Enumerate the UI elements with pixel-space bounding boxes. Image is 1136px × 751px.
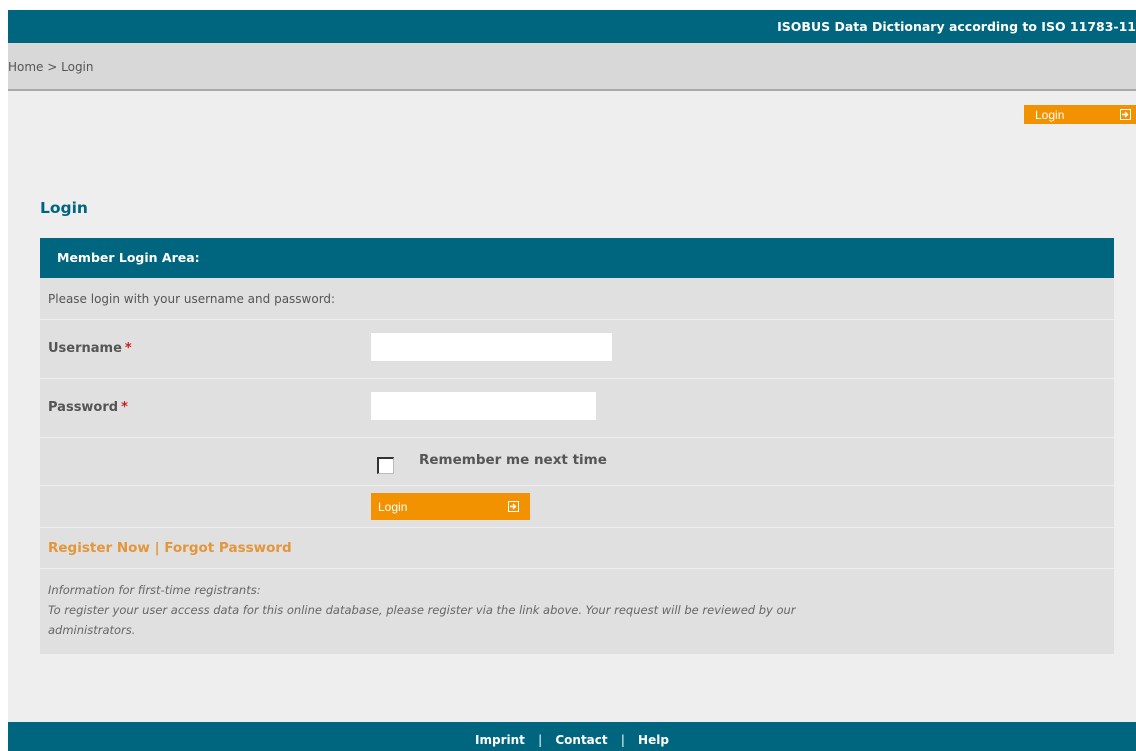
info-text-continued: administrators. (48, 623, 136, 637)
info-text: To register your user access data for th… (48, 603, 796, 617)
header-login-label: Login (1035, 108, 1065, 122)
site-title: ISOBUS Data Dictionary according to ISO … (777, 19, 1136, 34)
footer-links: Imprint | Contact | Help (8, 733, 1136, 747)
page-title: Login (40, 199, 88, 217)
required-marker: * (121, 400, 128, 415)
arrow-right-box-icon (1120, 109, 1131, 120)
login-submit-label: Login (378, 500, 408, 514)
arrow-right-box-icon (508, 501, 519, 512)
links-row: Register Now | Forgot Password (40, 528, 1114, 569)
remember-row: Remember me next time (40, 438, 1114, 486)
breadcrumb: Home > Login (8, 60, 94, 74)
footer-imprint-link[interactable]: Imprint (475, 733, 525, 747)
footer-separator: | (620, 733, 625, 747)
password-label: Password * (48, 400, 128, 415)
info-row: Information for first-time registrants: … (40, 569, 1114, 655)
account-links: Register Now | Forgot Password (48, 540, 292, 556)
link-separator: | (154, 540, 160, 556)
intro-text: Please login with your username and pass… (48, 292, 336, 306)
top-header-bar: ISOBUS Data Dictionary according to ISO … (8, 10, 1136, 43)
breadcrumb-bar: Home > Login (8, 43, 1136, 91)
login-submit-button[interactable]: Login (371, 493, 530, 520)
header-login-button[interactable]: Login (1024, 105, 1136, 124)
panel-header-title: Member Login Area: (57, 250, 200, 265)
intro-row: Please login with your username and pass… (40, 278, 1114, 320)
password-input[interactable] (371, 392, 596, 420)
footer-separator: | (538, 733, 543, 747)
register-now-link[interactable]: Register Now (48, 540, 150, 556)
footer-help-link[interactable]: Help (638, 733, 669, 747)
forgot-password-link[interactable]: Forgot Password (164, 540, 291, 556)
remember-me-label[interactable]: Remember me next time (419, 452, 607, 468)
username-label: Username * (48, 341, 132, 356)
username-input[interactable] (371, 333, 612, 361)
username-row: Username * (40, 320, 1114, 379)
remember-me-checkbox[interactable] (377, 457, 394, 474)
member-login-panel: Member Login Area: Please login with you… (40, 238, 1114, 655)
footer-contact-link[interactable]: Contact (555, 733, 607, 747)
info-heading: Information for first-time registrants: (48, 583, 261, 597)
submit-row: Login (40, 486, 1114, 528)
footer-bar: Imprint | Contact | Help (8, 722, 1136, 751)
registration-info: Information for first-time registrants: … (48, 580, 1088, 640)
panel-header: Member Login Area: (40, 238, 1114, 278)
required-marker: * (124, 341, 132, 356)
password-row: Password * (40, 379, 1114, 438)
